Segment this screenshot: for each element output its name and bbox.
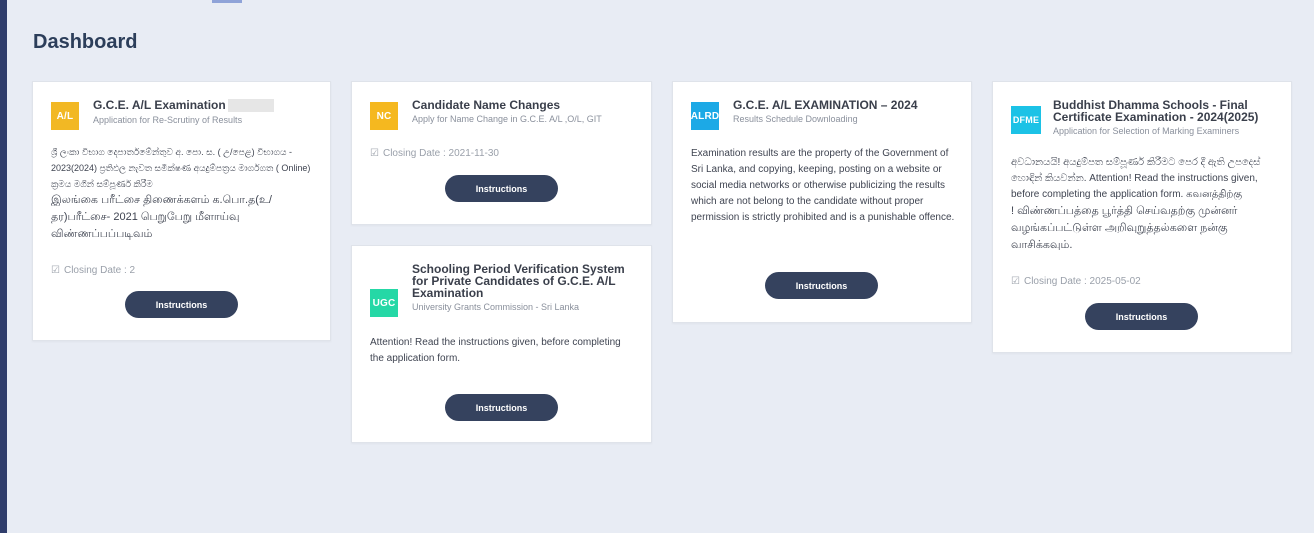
calendar-check-icon: ☑ [370, 148, 379, 159]
description-tamil: ! விண்ணப்பத்தை பூர்த்தி செய்வதற்கு முன்ன… [1011, 205, 1238, 251]
instructions-button[interactable]: Instructions [765, 272, 878, 299]
card-schooling-verification: UGC Schooling Period Verification System… [351, 245, 652, 443]
instructions-button[interactable]: Instructions [445, 175, 558, 202]
card-title: Buddhist Dhamma Schools - Final Certific… [1053, 98, 1259, 124]
card-title: G.C.E. A/L Examination [93, 98, 226, 112]
card-subtitle: Apply for Name Change in G.C.E. A/L ,O/L… [412, 114, 602, 124]
card-badge: NC [370, 102, 398, 130]
calendar-check-icon: ☑ [1011, 276, 1020, 287]
description-tamil: இலங்கை பரீட்சை திணைக்களம் க.பொ.த(உ/தர)பர… [51, 194, 272, 240]
page-title: Dashboard [33, 31, 138, 53]
card-title: Schooling Period Verification System for… [412, 262, 625, 300]
card-header: UGC Schooling Period Verification System… [370, 262, 637, 317]
card-description: ශ්‍රී ලංකා විභාග දෙපාර්තමේන්තුව අ. පො. ස… [51, 144, 316, 243]
redacted-block [227, 99, 274, 113]
instructions-button[interactable]: Instructions [1085, 303, 1198, 330]
card-dhamma-schools: DFME Buddhist Dhamma Schools - Final Cer… [992, 81, 1292, 353]
card-badge: UGC [370, 289, 398, 317]
card-description: Examination results are the property of … [691, 148, 955, 223]
card-results-schedule: ALRD G.C.E. A/L EXAMINATION – 2024 Resul… [672, 81, 972, 323]
instructions-button[interactable]: Instructions [125, 291, 238, 318]
card-subtitle: Application for Selection of Marking Exa… [1053, 126, 1240, 136]
card-header: NC Candidate Name Changes Apply for Name… [370, 98, 637, 130]
card-description: Attention! Read the instructions given, … [370, 337, 621, 364]
description-sinhala: ශ්‍රී ලංකා විභාග දෙපාර්තමේන්තුව අ. පො. ස… [51, 147, 311, 189]
card-title: Candidate Name Changes [412, 98, 561, 112]
calendar-check-icon: ☑ [51, 265, 60, 276]
card-header: DFME Buddhist Dhamma Schools - Final Cer… [1011, 99, 1277, 136]
closing-date-text: Closing Date : 2021-11-30 [382, 148, 499, 159]
card-badge: A/L [51, 102, 79, 130]
closing-date-text: Closing Date : 2 [63, 265, 136, 276]
card-header: A/L G.C.E. A/L Examination Application f… [51, 98, 316, 130]
closing-date: ☑ Closing Date : 2 [51, 265, 135, 276]
card-header: ALRD G.C.E. A/L EXAMINATION – 2024 Resul… [691, 98, 957, 130]
card-description: අවධානයයි! අයදුම්පත සම්පූර්ණ කිරීමට පෙර ද… [1011, 155, 1277, 254]
card-subtitle: Application for Re-Scrutiny of Results [93, 115, 243, 126]
description-sinhala-english: අවධානයයි! අයදුම්පත සම්පූර්ණ කිරීමට පෙර ද… [1011, 157, 1261, 200]
card-badge: DFME [1011, 106, 1041, 134]
card-title: G.C.E. A/L EXAMINATION – 2024 [733, 98, 918, 112]
card-subtitle: Results Schedule Downloading [733, 114, 858, 124]
card-name-changes: NC Candidate Name Changes Apply for Name… [351, 81, 652, 225]
closing-date: ☑ Closing Date : 2025-05-02 [1011, 276, 1141, 287]
card-al-rescrutiny: A/L G.C.E. A/L Examination Application f… [32, 81, 331, 341]
instructions-button[interactable]: Instructions [445, 394, 558, 421]
card-subtitle: University Grants Commission - Sri Lanka [412, 302, 580, 312]
card-badge: ALRD [691, 102, 719, 130]
tab-indicator [212, 0, 242, 3]
sidebar-edge [0, 0, 7, 533]
closing-date: ☑ Closing Date : 2021-11-30 [370, 148, 499, 159]
closing-date-text: Closing Date : 2025-05-02 [1023, 276, 1141, 287]
